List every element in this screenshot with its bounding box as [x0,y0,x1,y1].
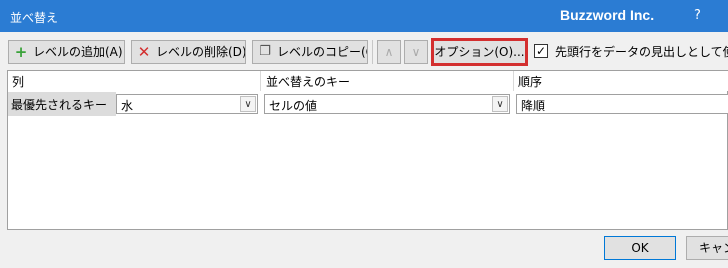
copy-icon: ❐ [259,44,271,59]
column-header-column: 列 [12,75,25,89]
window-title: 並べ替え [10,11,59,25]
check-icon[interactable]: ✓ [534,44,548,58]
ok-button[interactable]: OK [604,236,676,260]
order-select-value: 降順 [521,99,546,113]
copy-level-button[interactable]: ❐ レベルのコピー(C) [252,40,368,64]
cancel-button[interactable]: キャン [686,236,728,260]
sort-levels-grid: 列 並べ替えのキー 順序 最優先されるキー 水 ∨ セルの値 ∨ 降順 [7,70,728,230]
column-select-value: 水 [121,99,134,113]
plus-icon: + [14,43,28,61]
sort-level-row[interactable]: 最優先されるキー 水 ∨ セルの値 ∨ 降順 [8,92,728,116]
sort-key-select[interactable]: セルの値 ∨ [264,94,510,114]
copy-level-label: レベルのコピー(C) [277,45,367,59]
brand-text: Buzzword Inc. [560,7,655,23]
add-level-label: レベルの追加(A) [33,45,123,59]
toolbar: + レベルの追加(A) ✕ レベルの削除(D) ❐ レベルのコピー(C) ∧ ∨ オプ… [0,32,728,70]
chevron-down-icon[interactable]: ∨ [240,96,256,112]
add-level-button[interactable]: + レベルの追加(A) [8,40,125,64]
column-header-order: 順序 [518,75,543,89]
x-icon: ✕ [137,43,151,61]
help-button[interactable]: ? [694,8,701,23]
toolbar-divider [372,40,373,64]
delete-level-button[interactable]: ✕ レベルの削除(D) [131,40,246,64]
chevron-down-icon[interactable]: ∨ [492,96,508,112]
move-down-button[interactable]: ∨ [404,40,428,64]
dialog-footer: OK キャン [0,230,728,268]
column-header-key: 並べ替えのキー [266,75,351,89]
order-select[interactable]: 降順 [516,94,728,114]
row-label: 最優先されるキー [8,92,116,116]
move-up-button[interactable]: ∧ [377,40,401,64]
sort-key-select-value: セルの値 [269,99,318,113]
title-bar: 並べ替え Buzzword Inc. ? [0,0,728,32]
delete-level-label: レベルの削除(D) [156,45,246,59]
header-row-checkbox-label: 先頭行をデータの見出しとして使用す [555,45,728,59]
column-select[interactable]: 水 ∨ [116,94,258,114]
grid-header: 列 並べ替えのキー 順序 [8,71,728,91]
options-button[interactable]: オプション(O)... [431,38,528,66]
header-divider [260,71,261,91]
header-divider [513,71,514,91]
